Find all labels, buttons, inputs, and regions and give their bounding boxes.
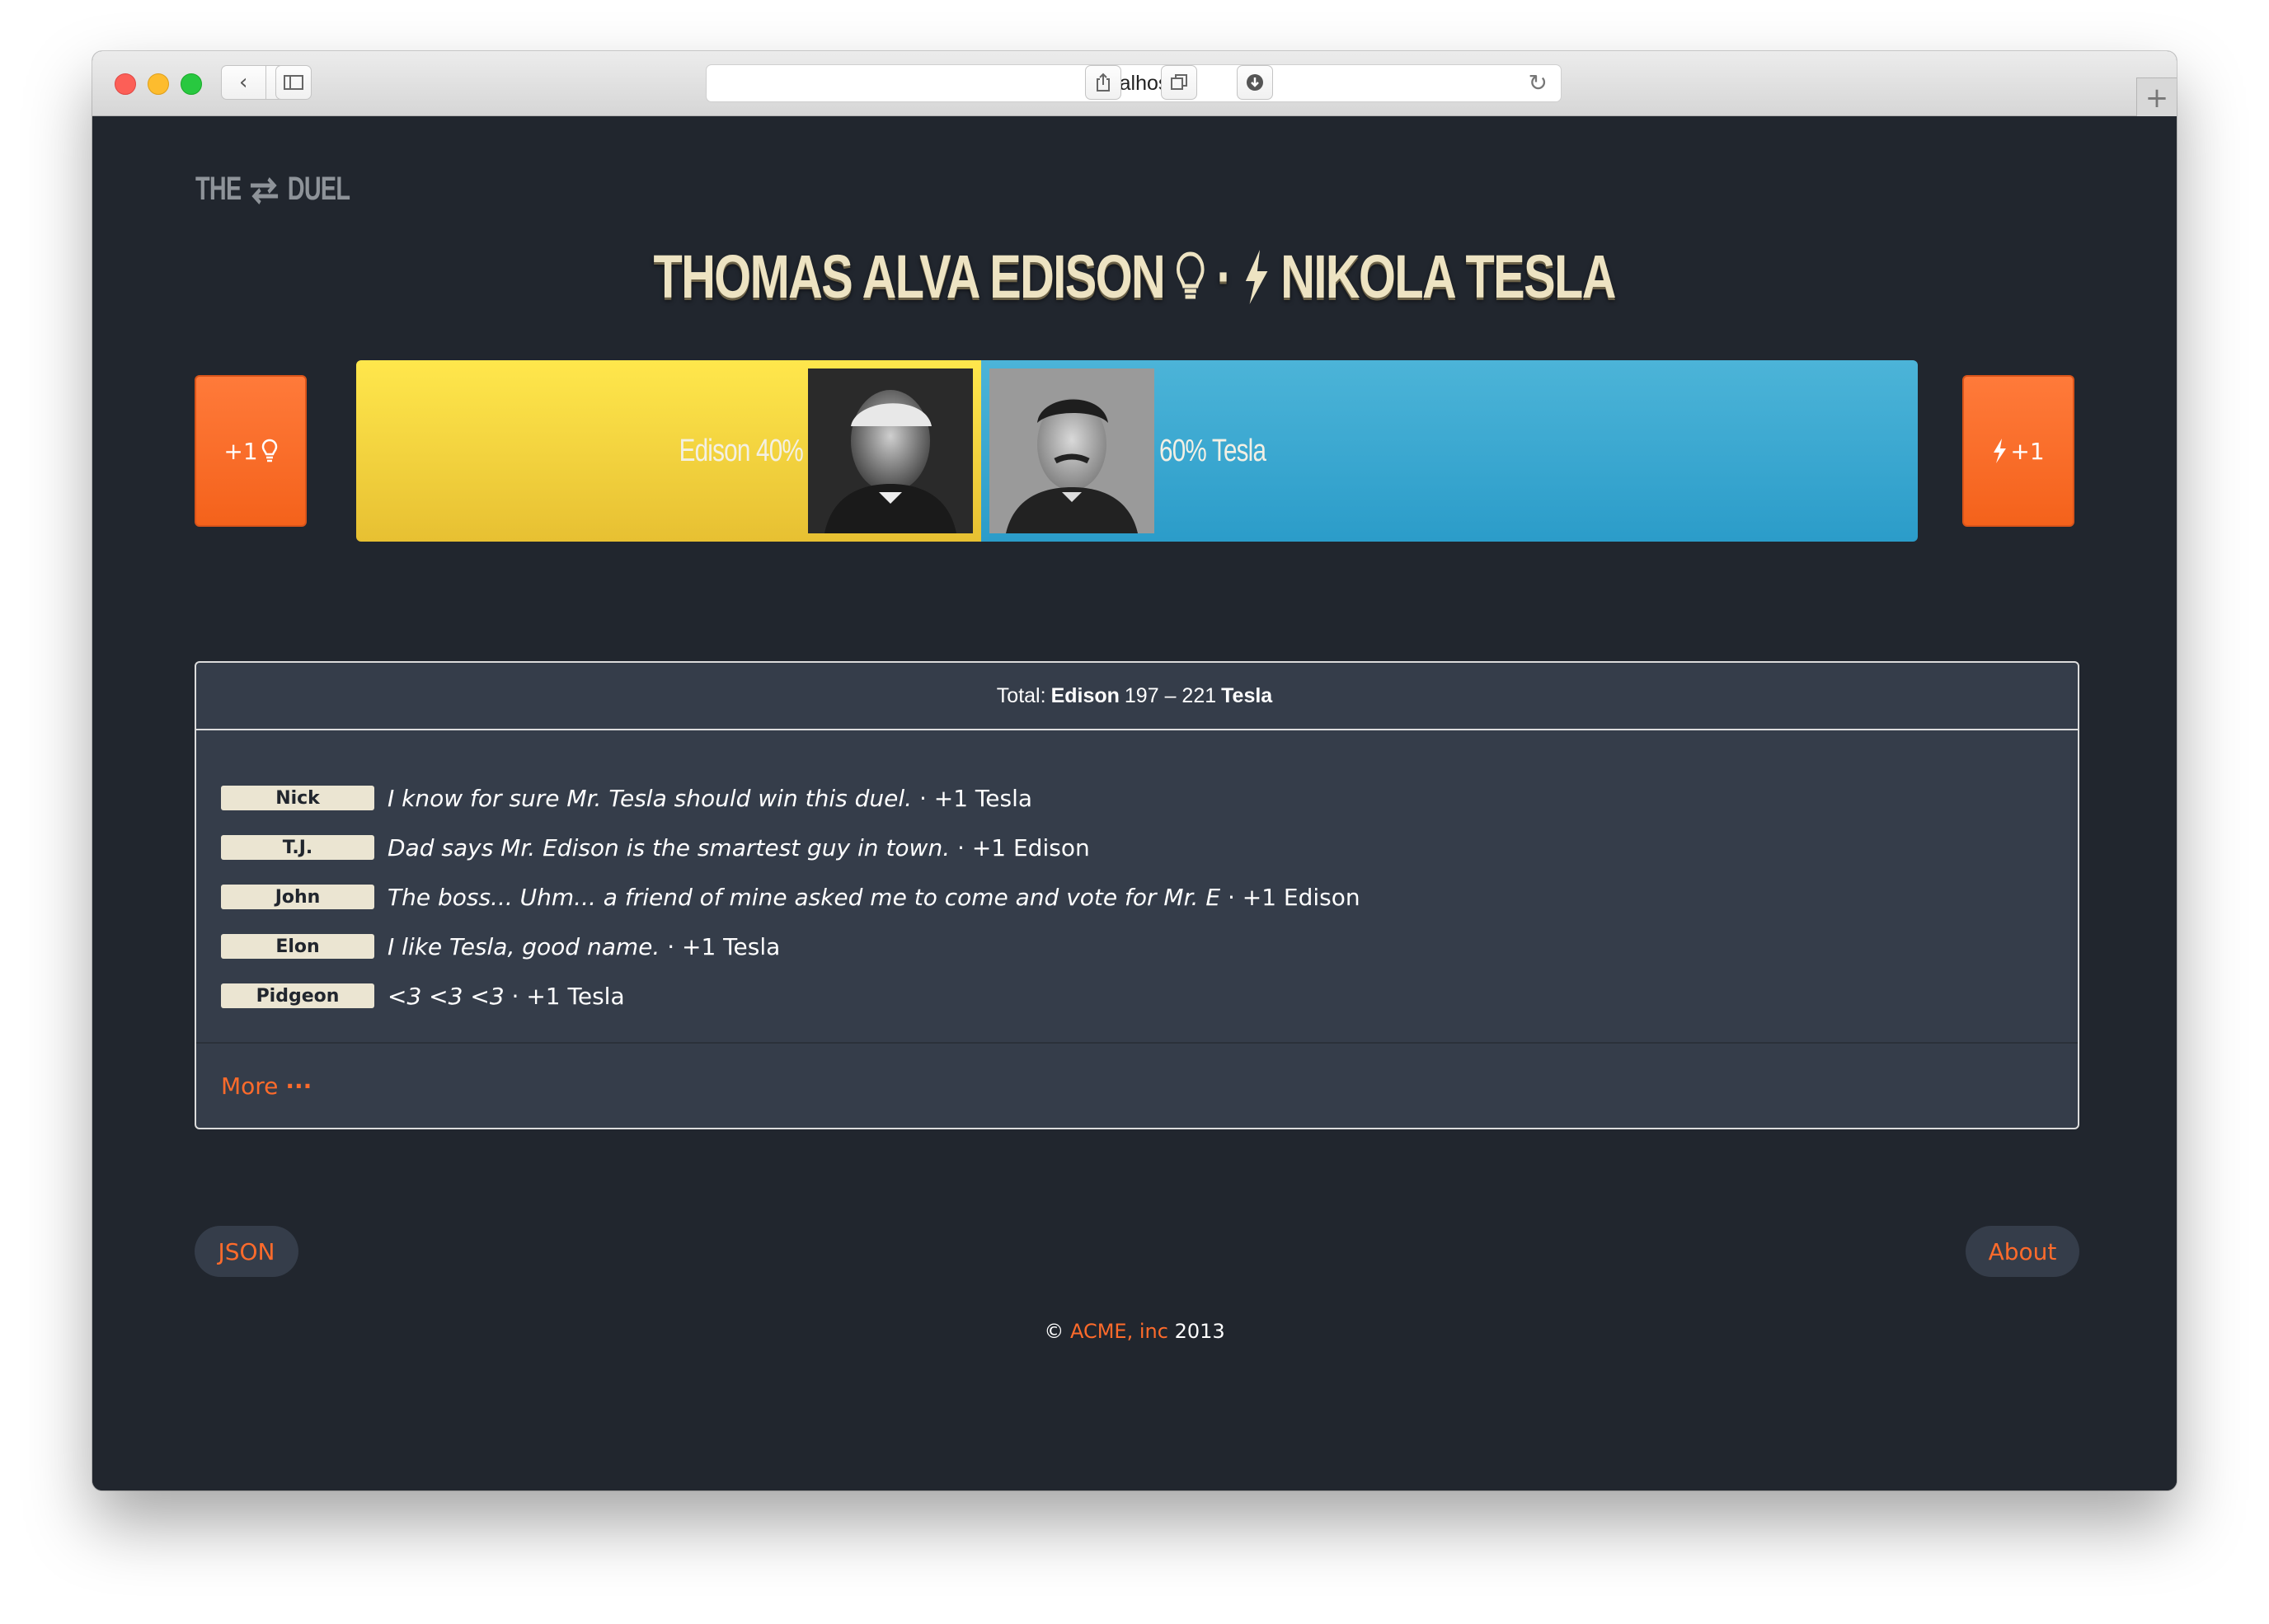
comment-body: The boss... Uhm... a friend of mine aske…: [388, 883, 1221, 911]
tabs-overview-icon[interactable]: [1161, 65, 1197, 100]
title-separator: ·: [1216, 242, 1233, 311]
downloads-icon[interactable]: [1237, 65, 1273, 100]
comments-panel: Total: Edison 197 – 221 Tesla Nick I kno…: [195, 661, 2079, 1129]
comment-body: Dad says Mr. Edison is the smartest guy …: [388, 833, 951, 861]
about-link-button[interactable]: About: [1966, 1226, 2079, 1277]
share-icon[interactable]: [1085, 65, 1121, 100]
copyright-line: © ACME, inc 2013: [92, 1320, 2177, 1343]
commenter-name: Elon: [221, 934, 374, 959]
vote-share-bar: Edison 40% 60% Tesla: [356, 360, 1918, 542]
tesla-portrait: [989, 368, 1154, 533]
comment-body: <3 <3 <3: [388, 982, 505, 1010]
lightbulb-icon: [1177, 251, 1205, 299]
logo-text-duel: DUEL: [287, 171, 350, 207]
vote-tesla-button[interactable]: +1: [1962, 375, 2074, 527]
comment-vote: · +1 Edison: [1227, 883, 1360, 911]
edison-portrait: [808, 368, 973, 533]
commenter-name: John: [221, 885, 374, 909]
more-comments-link[interactable]: More ···: [221, 1072, 312, 1100]
duel-page: THE DUEL THOMAS ALVA EDISON · NIKOLA TES…: [92, 116, 2177, 1490]
address-bar[interactable]: localhost ↻: [706, 64, 1562, 102]
left-contender-name: THOMAS ALVA EDISON: [653, 242, 1166, 311]
comment-vote: · +1 Edison: [957, 833, 1090, 861]
commenter-name: Pidgeon: [221, 983, 374, 1008]
tesla-share-segment: 60% Tesla: [981, 360, 1918, 542]
company-link[interactable]: ACME, inc: [1070, 1320, 1168, 1343]
about-label: About: [1988, 1237, 2057, 1265]
totals-right-name: Tesla: [1221, 683, 1273, 707]
comment-item: Nick I know for sure Mr. Tesla should wi…: [221, 773, 2051, 823]
close-window-button[interactable]: [115, 73, 136, 95]
browser-toolbar: ‹ › localhost ↻ +: [92, 51, 2177, 118]
totals-score: 197 – 221: [1124, 683, 1217, 707]
lightning-bolt-icon: [1994, 439, 2007, 463]
vote-edison-button[interactable]: +1: [195, 375, 307, 527]
comment-item: Elon I like Tesla, good name. · +1 Tesla: [221, 922, 2051, 971]
commenter-name: T.J.: [221, 835, 374, 860]
edison-share-label: Edison 40%: [679, 433, 804, 468]
right-contender-name: NIKOLA TESLA: [1280, 242, 1617, 311]
json-label: JSON: [218, 1237, 275, 1265]
totals-left-name: Edison: [1050, 683, 1120, 707]
comment-vote: · +1 Tesla: [918, 784, 1033, 812]
comment-vote: · +1 Tesla: [667, 932, 781, 960]
comment-list: Nick I know for sure Mr. Tesla should wi…: [221, 773, 2051, 1021]
comment-item: T.J. Dad says Mr. Edison is the smartest…: [221, 823, 2051, 872]
more-label: More: [221, 1072, 279, 1100]
duel-title: THOMAS ALVA EDISON · NIKOLA TESLA: [92, 242, 2177, 312]
browser-window: ‹ › localhost ↻ + THE DUEL: [92, 51, 2177, 1490]
new-tab-icon[interactable]: +: [2136, 77, 2177, 118]
back-icon[interactable]: ‹: [222, 66, 265, 99]
lightning-bolt-icon: [1246, 250, 1268, 304]
comments-footer: More ···: [196, 1042, 2078, 1128]
comment-vote: · +1 Tesla: [511, 982, 625, 1010]
json-link-button[interactable]: JSON: [195, 1226, 298, 1277]
sidebar-toggle-icon[interactable]: [275, 65, 312, 100]
vote-totals: Total: Edison 197 – 221 Tesla: [196, 663, 2078, 730]
totals-prefix: Total:: [996, 683, 1046, 707]
logo-text-the: THE: [195, 171, 242, 207]
copyright-symbol: ©: [1044, 1320, 1064, 1343]
ellipsis-icon: ···: [285, 1072, 312, 1100]
edison-share-segment: Edison 40%: [356, 360, 981, 542]
vote-tesla-label: +1: [2010, 437, 2045, 465]
swap-arrows-icon: [251, 177, 279, 205]
app-logo[interactable]: THE DUEL: [195, 171, 350, 208]
comment-item: Pidgeon <3 <3 <3 · +1 Tesla: [221, 971, 2051, 1021]
reload-icon[interactable]: ↻: [1529, 69, 1548, 96]
minimize-window-button[interactable]: [148, 73, 169, 95]
vote-edison-label: +1: [223, 437, 258, 465]
comment-body: I like Tesla, good name.: [388, 932, 660, 960]
tesla-share-label: 60% Tesla: [1159, 433, 1266, 468]
zoom-window-button[interactable]: [181, 73, 202, 95]
lightbulb-icon: [261, 439, 277, 462]
commenter-name: Nick: [221, 786, 374, 810]
copyright-year: 2013: [1174, 1320, 1225, 1343]
comment-item: John The boss... Uhm... a friend of mine…: [221, 872, 2051, 922]
comment-body: I know for sure Mr. Tesla should win thi…: [388, 784, 913, 812]
